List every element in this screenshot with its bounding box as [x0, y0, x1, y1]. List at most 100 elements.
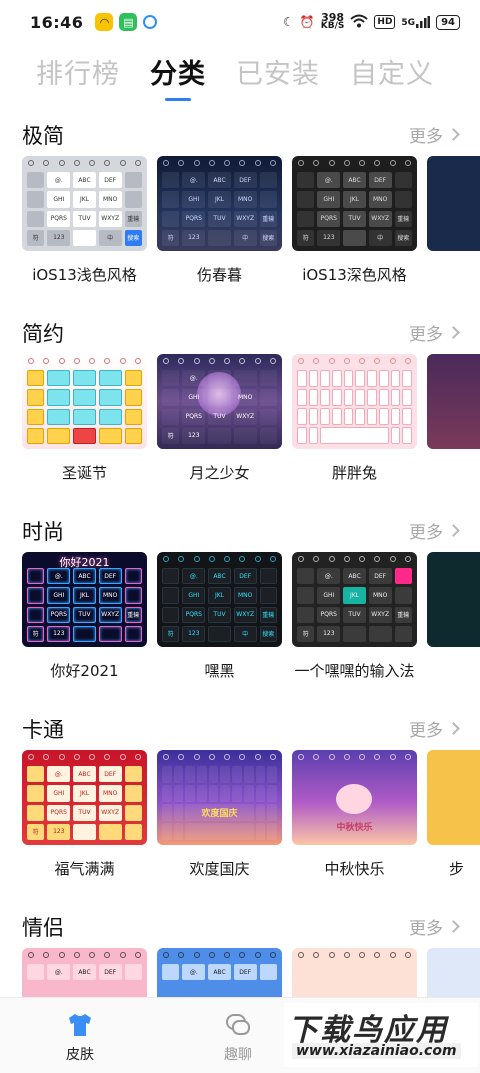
skin-name: 伤春暮	[196, 266, 242, 284]
more-label: 更多	[409, 127, 443, 147]
more-button[interactable]: 更多	[409, 518, 460, 543]
tab-installed[interactable]: 已安装	[236, 52, 320, 91]
skin-thumbnail: 中秋快乐	[292, 750, 417, 845]
skin-thumbnail: @. GHI MNO PQRS TUV WXYZ 符 123	[157, 354, 282, 449]
status-bar: 16:46 ◠ ▤ ☾ ⏰ 398 KB/S HD 5G 94	[0, 0, 480, 44]
skin-card-partial[interactable]: 步	[427, 750, 480, 879]
skin-card[interactable]: @. ABC DEF GHI JKL MNO PQRS TUV WXYZ 重输 符 123 中搜索…	[22, 156, 147, 285]
skin-card[interactable]: @. ABC DEF GHI JKL MNO PQRS TUV WXYZ 重输 符 123 一个…	[292, 552, 417, 681]
more-button[interactable]: 更多	[409, 914, 460, 939]
chat-bubble-icon	[224, 1012, 252, 1038]
tab-category[interactable]: 分类	[150, 52, 206, 91]
skin-card[interactable]: @. ABC DEF GHI JKL MNO PQRS TUV WXYZ 重输 符 123 中搜索…	[157, 156, 282, 285]
skin-thumbnail: 欢度国庆	[157, 750, 282, 845]
signal-5g-icon: 5G	[401, 16, 431, 28]
skin-name: 一个嘿嘿的输入法	[294, 662, 415, 680]
skin-card[interactable]: 你好2021 @. ABC DEF GHI JKL MNO PQRS TUV WXYZ 重输 …	[22, 552, 147, 681]
more-label: 更多	[409, 325, 443, 345]
keyboard-keys: @. ABC DEF GHI JKL MNO PQRS TUV WXYZ 重输 符 123 中搜索	[297, 172, 412, 246]
skin-card-partial[interactable]	[427, 354, 480, 462]
skin-name: 月之少女	[189, 464, 250, 482]
skin-thumbnail	[292, 354, 417, 449]
thumb-text: 欢度国庆	[185, 804, 254, 821]
skin-card[interactable]: @. ABC DEF GHI JKL MNO PQRS TUV WXYZ 重输 符 123 中搜索…	[292, 156, 417, 285]
keyboard-keys	[27, 370, 142, 444]
section-minimal: 极简 更多 @. ABC DEF GHI JKL MNO PQRS TUV WXYZ 重输 符…	[0, 120, 480, 284]
keyboard-keys: @. GHI MNO PQRS TUV WXYZ 符 123	[162, 370, 277, 444]
nav-fun-chat[interactable]: 趣聊	[198, 1012, 278, 1064]
site-watermark: 下载鸟应用 www.xiazainiao.com	[284, 1003, 478, 1067]
skin-thumbnail	[427, 750, 480, 845]
skin-card[interactable]: 圣诞节	[22, 354, 147, 483]
skin-name: 福气满满	[54, 860, 115, 878]
skin-card[interactable]: 胖胖兔	[292, 354, 417, 483]
browser-notification-icon	[143, 15, 158, 29]
chevron-right-icon	[447, 722, 460, 735]
keyboard-keys: @. ABC DEF GHI JKL MNO PQRS TUV WXYZ 符 123	[27, 766, 142, 840]
section-title: 简约	[22, 322, 64, 346]
more-button[interactable]: 更多	[409, 320, 460, 345]
tab-custom[interactable]: 自定义	[350, 52, 434, 91]
skin-card-partial[interactable]	[427, 552, 480, 660]
skin-thumbnail	[427, 552, 480, 647]
skin-card[interactable]: @. ABC DEF GHI JKL MNO PQRS TUV WXYZ 重输 符 123 中搜索…	[157, 552, 282, 681]
more-button[interactable]: 更多	[409, 716, 460, 741]
more-button[interactable]: 更多	[409, 122, 460, 147]
skin-thumbnail	[427, 156, 480, 251]
battery-indicator: 94	[436, 14, 460, 30]
chat-notification-icon: ▤	[119, 13, 138, 31]
keyboard-toolbar	[28, 160, 141, 168]
do-not-disturb-moon-icon: ☾	[283, 15, 294, 29]
wifi-icon	[350, 14, 369, 31]
skin-thumbnail: @. ABC DEF GHI JKL MNO PQRS TUV WXYZ 重输 符 123 中搜索	[157, 552, 282, 647]
signal-5g-label: 5G	[401, 18, 416, 28]
skin-card-row: @. ABC DEF GHI JKL MNO PQRS TUV WXYZ 重输 符 123 中搜索…	[22, 156, 480, 286]
top-tabs: 排行榜 分类 已安装 自定义	[36, 52, 434, 91]
keyboard-keys: @. ABC DEF GHI JKL MNO PQRS TUV WXYZ 重输 符 123 中搜索	[27, 172, 142, 246]
skin-card[interactable]: 欢度国庆 欢度国庆	[157, 750, 282, 879]
keyboard-keys: @. ABC DEF GHI JKL MNO PQRS TUV WXYZ 重输 符 123	[27, 568, 142, 642]
section-title: 卡通	[22, 718, 64, 742]
tab-ranking[interactable]: 排行榜	[36, 52, 120, 91]
network-speed: 398 KB/S	[320, 12, 345, 31]
section-title: 极简	[22, 124, 64, 148]
keyboard-keys: @. ABC DEF GHI JKL MNO PQRS TUV WXYZ 重输 符 123 中搜索	[162, 172, 277, 246]
keyboard-keys: 欢度国庆	[162, 766, 277, 840]
keyboard-keys	[297, 370, 412, 444]
more-label: 更多	[409, 919, 443, 939]
skin-card[interactable]: @. GHI MNO PQRS TUV WXYZ 符 123 月之少女	[157, 354, 282, 483]
skin-thumbnail: @. ABC DEF GHI JKL MNO PQRS TUV WXYZ 重输 符 123 中搜索	[292, 156, 417, 251]
skin-name: 步	[449, 860, 465, 878]
skin-name: 欢度国庆	[189, 860, 250, 878]
section-cartoon: 卡通 更多 @. ABC DEF GHI JKL MNO PQRS TUV WXYZ 符 12…	[0, 714, 480, 878]
section-simple: 简约 更多 圣诞节 @. GHI MNO PQRS TUV WXYZ 符 123…	[0, 318, 480, 482]
skin-store-screen: 16:46 ◠ ▤ ☾ ⏰ 398 KB/S HD 5G 94 排行榜 分类 已…	[0, 0, 480, 1073]
app-notification-icon: ◠	[95, 13, 114, 31]
status-time: 16:46	[30, 12, 84, 32]
skin-name: 你好2021	[50, 662, 119, 680]
skin-thumbnail: @. ABC DEF GHI JKL MNO PQRS TUV WXYZ 重输 符 123 中搜索	[157, 156, 282, 251]
skin-name: iOS13深色风格	[302, 266, 407, 284]
skin-card-partial[interactable]	[427, 156, 480, 264]
skin-thumbnail: @. ABC DEF GHI JKL MNO PQRS TUV WXYZ 重输 符 123	[292, 552, 417, 647]
skin-name: 嘿黑	[204, 662, 235, 680]
network-speed-unit: KB/S	[320, 21, 345, 31]
rabbit-illustration	[336, 784, 372, 814]
nav-skin-label: 皮肤	[66, 1047, 94, 1063]
skin-name: 圣诞节	[61, 464, 107, 482]
status-right-group: ☾ ⏰ 398 KB/S HD 5G 94	[283, 12, 460, 31]
nav-skin[interactable]: 皮肤	[40, 1012, 120, 1064]
hd-badge: HD	[374, 15, 396, 29]
skin-card[interactable]: 中秋快乐 中秋快乐	[292, 750, 417, 879]
skin-card-row: 圣诞节 @. GHIMNO PQRSTUVWXYZ 符123 月之少女	[22, 354, 480, 484]
section-title: 情侣	[22, 916, 64, 940]
more-label: 更多	[409, 721, 443, 741]
chevron-right-icon	[447, 920, 460, 933]
skin-card-row: @. ABC DEF GHI JKL MNO PQRS TUV WXYZ 符 123 福气满满…	[22, 750, 480, 880]
keyboard-keys: @. ABC DEF GHI JKL MNO PQRS TUV WXYZ 重输 符 123	[297, 568, 412, 642]
thumb-text: 中秋快乐	[336, 823, 373, 833]
skin-card-row: 你好2021 @. ABC DEF GHI JKL MNO PQRS TUV WXYZ 重输 …	[22, 552, 480, 682]
skin-card[interactable]: @. ABC DEF GHI JKL MNO PQRS TUV WXYZ 符 123 福气满满	[22, 750, 147, 879]
skin-thumbnail: 你好2021 @. ABC DEF GHI JKL MNO PQRS TUV WXYZ 重输 …	[22, 552, 147, 647]
skin-thumbnail	[22, 354, 147, 449]
